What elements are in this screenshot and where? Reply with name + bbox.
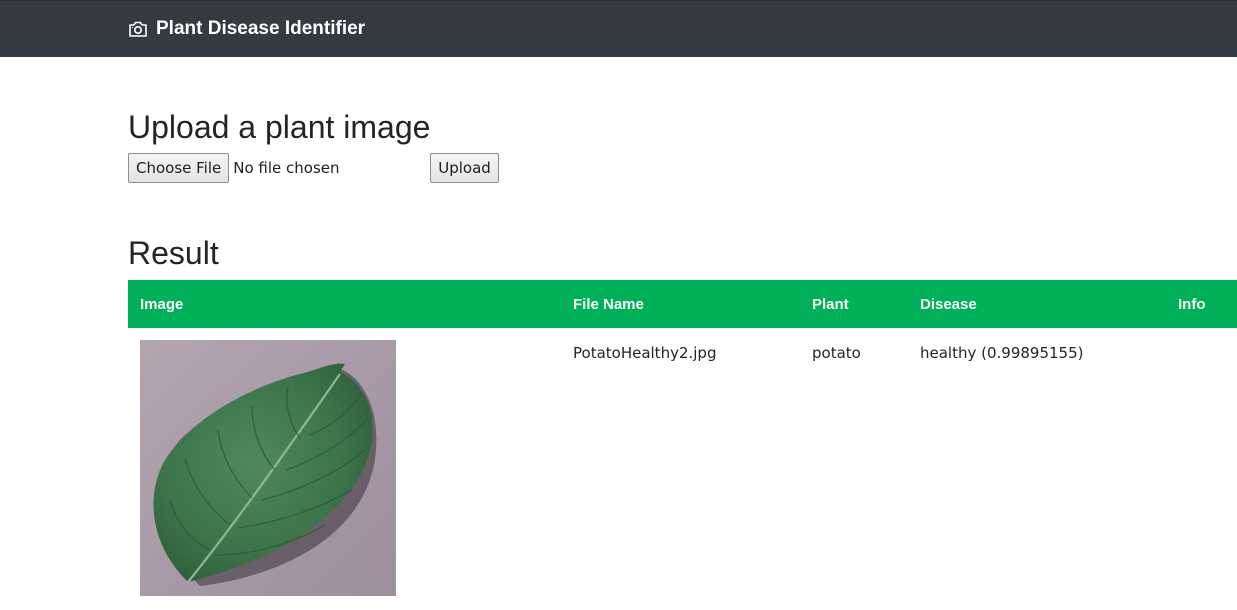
cell-image — [128, 328, 561, 596]
potato-leaf-image — [140, 340, 396, 596]
cell-plant: potato — [812, 344, 861, 362]
brand-label: Plant Disease Identifier — [156, 18, 366, 39]
column-header-disease: Disease — [920, 295, 977, 313]
cell-info — [1166, 328, 1237, 596]
file-status-text: No file chosen — [233, 159, 340, 177]
table-row: PotatoHealthy2.jpg potato healthy (0.998… — [128, 328, 1237, 596]
table-header-row: Image File Name Plant Disease Info — [128, 280, 1237, 328]
cell-disease: healthy (0.99895155) — [920, 344, 1084, 362]
upload-form: Choose File No file chosen Upload — [128, 153, 499, 183]
camera-icon — [129, 21, 147, 37]
column-header-plant: Plant — [812, 295, 849, 313]
column-header-image: Image — [140, 295, 184, 313]
results-table: Image File Name Plant Disease Info Potat… — [128, 280, 1237, 596]
choose-file-button[interactable]: Choose File — [128, 153, 230, 183]
brand-link[interactable]: Plant Disease Identifier — [128, 18, 365, 40]
cell-file-name: PotatoHealthy2.jpg — [573, 344, 717, 362]
column-header-info: Info — [1178, 295, 1206, 313]
navbar: Plant Disease Identifier — [0, 0, 1237, 57]
upload-button[interactable]: Upload — [430, 153, 499, 183]
result-heading: Result — [128, 235, 219, 271]
column-header-file-name: File Name — [573, 295, 644, 313]
upload-heading: Upload a plant image — [128, 109, 431, 145]
